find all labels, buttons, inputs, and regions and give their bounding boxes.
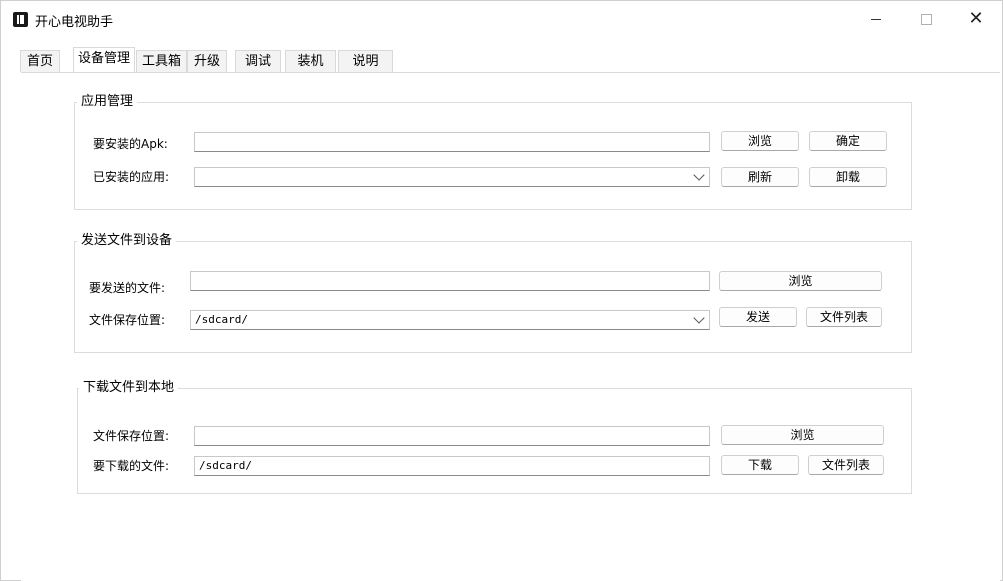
- download-file-input[interactable]: /sdcard/: [194, 456, 710, 476]
- download-file-title: 下载文件到本地: [79, 379, 179, 397]
- title-bar: 开心电视助手 ✕: [1, 1, 1002, 37]
- send-save-location-label: 文件保存位置:: [89, 313, 166, 327]
- send-file-list-button[interactable]: 文件列表: [806, 307, 882, 327]
- app-window: 开心电视助手 ✕ 首页 设备管理 工具箱 升级 调试 装机 说明 应用管理 要安…: [0, 0, 1003, 581]
- send-file-title: 发送文件到设备: [77, 232, 177, 250]
- refresh-button[interactable]: 刷新: [721, 167, 799, 187]
- tab-toolbox[interactable]: 工具箱: [136, 50, 187, 72]
- download-browse-button[interactable]: 浏览: [721, 425, 884, 445]
- installed-apps-dropdown[interactable]: [194, 167, 710, 187]
- download-save-location-input[interactable]: [194, 426, 710, 446]
- send-file-browse-button[interactable]: 浏览: [719, 271, 882, 291]
- tab-install[interactable]: 装机: [285, 50, 336, 72]
- app-logo-icon: [13, 12, 28, 27]
- download-file-list-button[interactable]: 文件列表: [808, 455, 884, 475]
- send-save-location-dropdown[interactable]: /sdcard/: [190, 310, 710, 330]
- maximize-icon: [920, 13, 932, 25]
- tab-device-management[interactable]: 设备管理: [73, 47, 135, 72]
- download-button[interactable]: 下载: [721, 455, 799, 475]
- apk-browse-button[interactable]: 浏览: [721, 131, 799, 151]
- send-button[interactable]: 发送: [719, 307, 797, 327]
- apk-input[interactable]: [194, 132, 710, 152]
- chevron-down-icon: [693, 169, 705, 181]
- close-icon: ✕: [968, 8, 984, 29]
- app-management-title: 应用管理: [77, 93, 138, 111]
- apk-label: 要安装的Apk:: [93, 137, 168, 151]
- minimize-button[interactable]: [853, 1, 899, 37]
- close-button[interactable]: ✕: [953, 1, 999, 37]
- tab-home[interactable]: 首页: [20, 50, 60, 72]
- tab-debug[interactable]: 调试: [235, 50, 281, 72]
- send-file-input[interactable]: [190, 271, 710, 291]
- tab-upgrade[interactable]: 升级: [187, 50, 227, 72]
- install-confirm-button[interactable]: 确定: [809, 131, 887, 151]
- window-title: 开心电视助手: [35, 15, 114, 30]
- minimize-icon: [871, 18, 881, 20]
- maximize-button[interactable]: [903, 1, 949, 37]
- app-management-group: 应用管理: [74, 93, 912, 210]
- chevron-down-icon: [693, 312, 705, 324]
- send-file-label: 要发送的文件:: [89, 281, 166, 295]
- uninstall-button[interactable]: 卸载: [809, 167, 887, 187]
- tab-help[interactable]: 说明: [338, 50, 393, 72]
- send-file-group: 发送文件到设备: [74, 232, 912, 353]
- download-save-location-label: 文件保存位置:: [93, 429, 170, 443]
- send-save-location-value: /sdcard/: [195, 313, 248, 326]
- installed-apps-label: 已安装的应用:: [93, 170, 170, 184]
- download-file-label: 要下载的文件:: [93, 459, 170, 473]
